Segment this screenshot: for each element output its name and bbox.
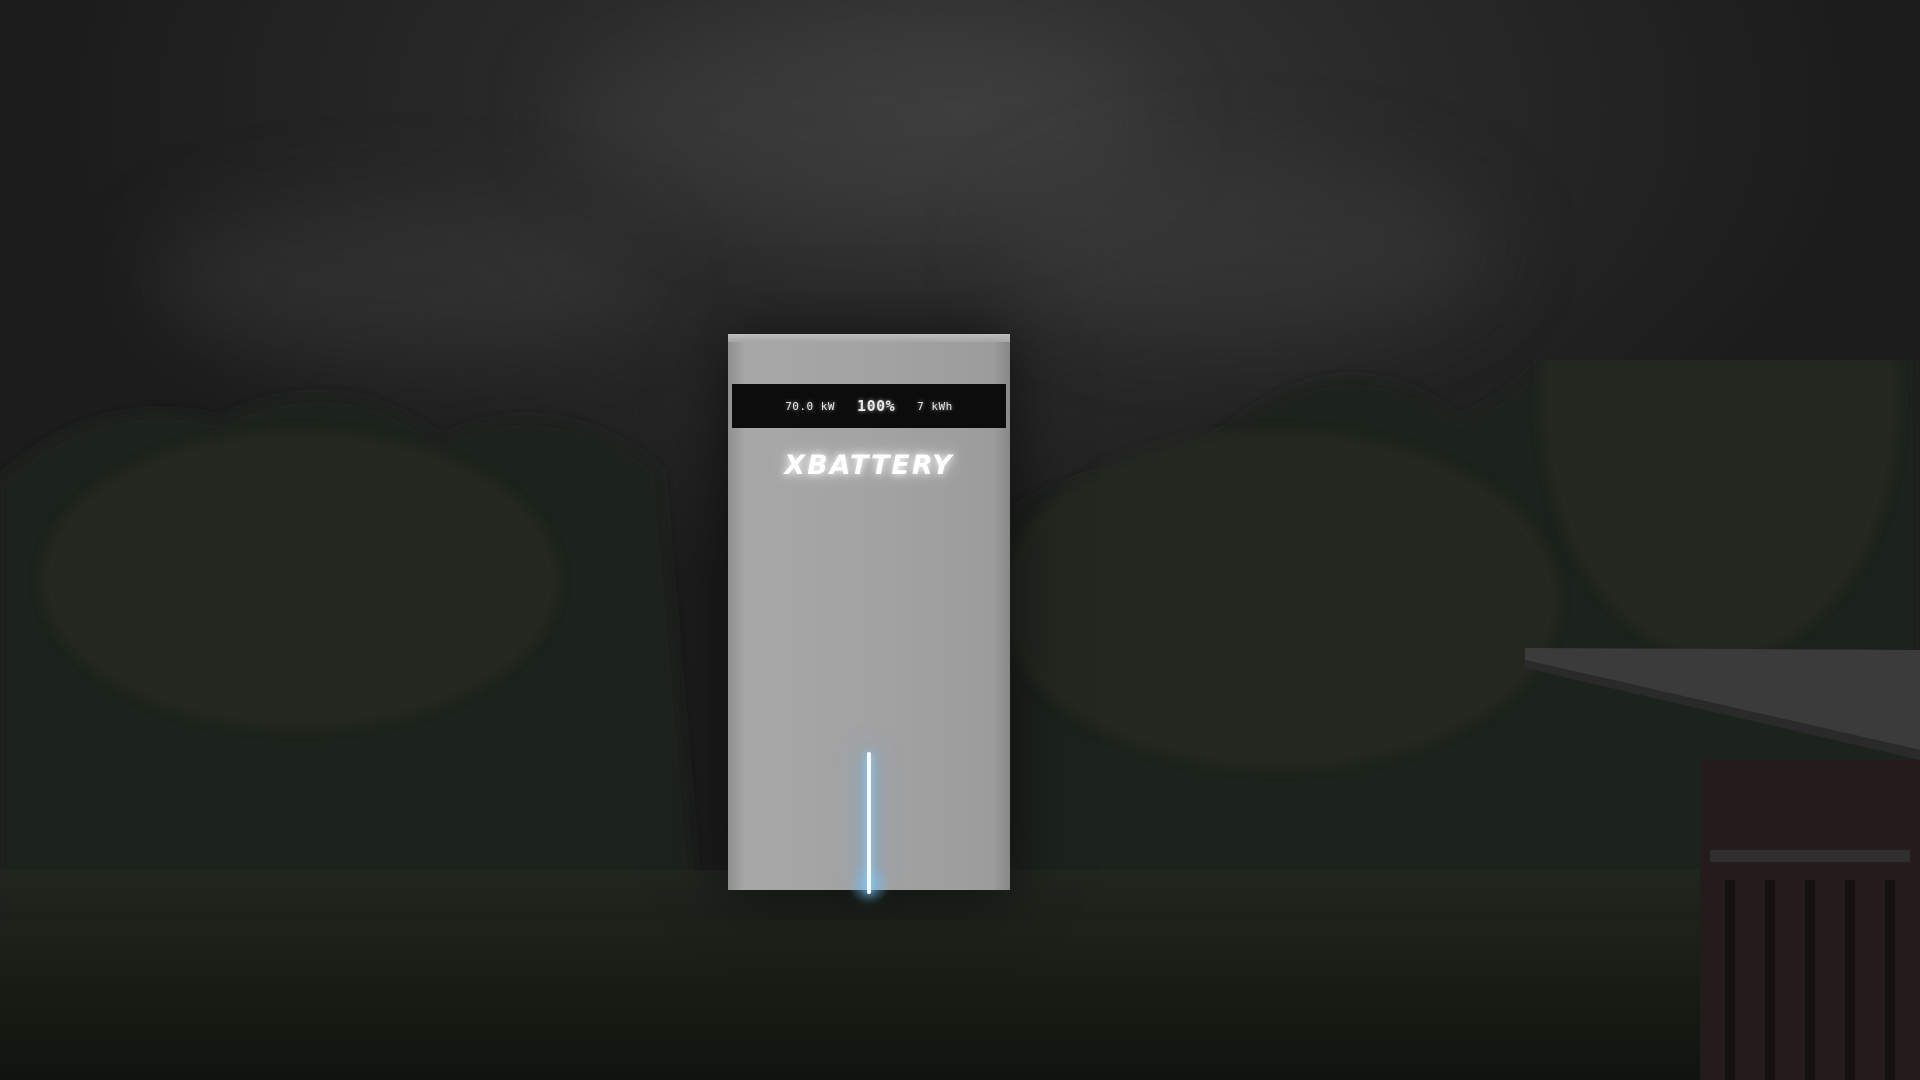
display-power-readout: 70.0 kW [785,399,836,413]
brand-logo: XBATTERY [784,450,954,481]
battery-top-cap [728,334,1010,342]
display-energy-readout: 7 kWh [917,399,953,413]
sky-cloud [150,200,650,360]
display-charge-readout: 100% [857,397,896,415]
battery-display: 70.0 kW 100% 7 kWh [732,384,1006,428]
battery-unit: 70.0 kW 100% 7 kWh XBATTERY [728,334,1010,904]
status-light-strip [867,752,871,894]
night-scene: 70.0 kW 100% 7 kWh XBATTERY [0,0,1920,1080]
sky-cloud [1000,160,1500,340]
shed [1525,640,1920,1080]
